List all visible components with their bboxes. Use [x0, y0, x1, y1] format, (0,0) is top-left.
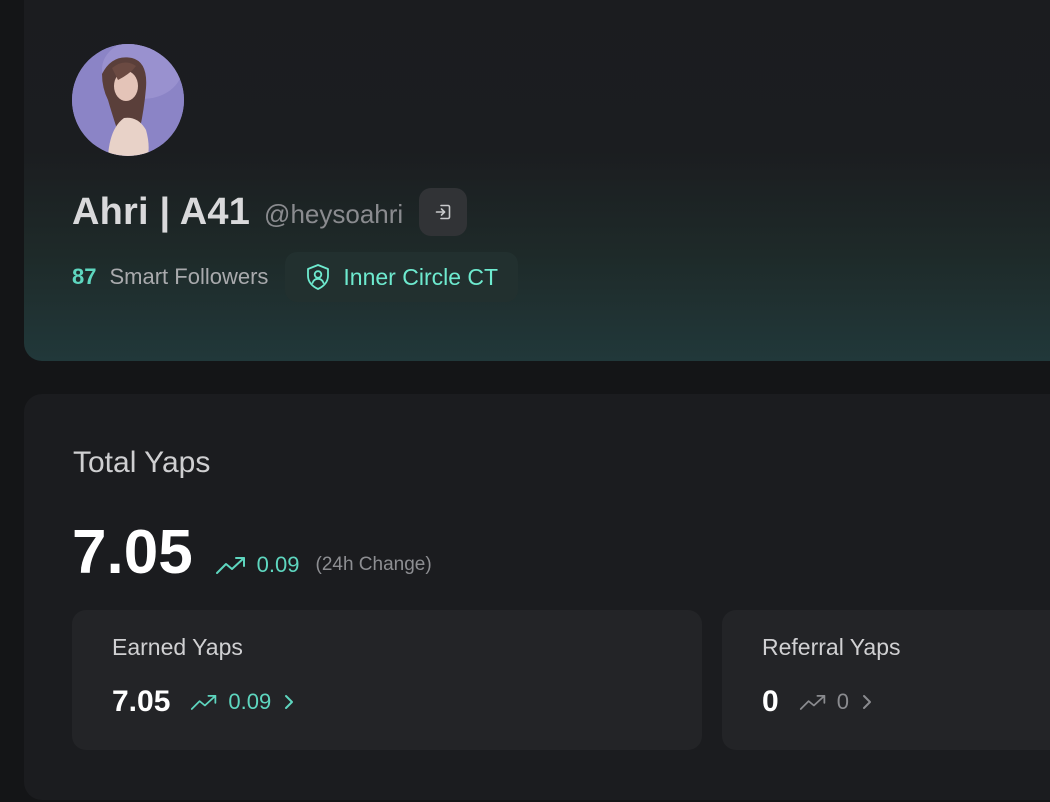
followers-row: 87 Smart Followers Inner Circle CT	[72, 252, 519, 302]
earned-yaps-change-value: 0.09	[228, 689, 272, 714]
trending-up-icon	[191, 695, 217, 710]
total-yaps-change-value: 0.09	[256, 552, 300, 577]
earned-yaps-change: 0.09	[190, 689, 271, 715]
referral-yaps-change: 0	[799, 689, 849, 715]
referral-yaps-value: 0	[762, 685, 779, 718]
logout-button[interactable]	[419, 188, 468, 236]
total-yaps-value: 7.05	[72, 518, 193, 587]
earned-yaps-value: 7.05	[112, 685, 171, 718]
total-yaps-title: Total Yaps	[73, 446, 211, 479]
profile-page: Ahri | A41 @heysoahri 87 Smart Followers…	[0, 0, 1050, 802]
earned-yaps-title: Earned Yaps	[112, 634, 243, 660]
referral-yaps-card[interactable]: Referral Yaps 0 0	[722, 610, 1050, 750]
trending-up-icon	[215, 557, 245, 574]
earned-yaps-card[interactable]: Earned Yaps 7.05 0.09	[72, 610, 702, 750]
username-handle[interactable]: @heysoahri	[264, 199, 403, 230]
total-yaps-change-label: (24h Change)	[315, 554, 432, 575]
name-row: Ahri | A41 @heysoahri	[72, 186, 468, 238]
referral-yaps-row: 0 0	[762, 682, 873, 722]
chevron-right-icon[interactable]	[283, 693, 295, 711]
avatar[interactable]	[72, 44, 184, 156]
total-yaps-change: 0.09 (24h Change)	[215, 552, 432, 578]
chevron-right-icon[interactable]	[861, 693, 873, 711]
referral-yaps-change-value: 0	[836, 689, 849, 714]
shield-user-icon	[307, 264, 330, 290]
profile-card	[24, 0, 1050, 361]
total-yaps-row: 7.05 0.09 (24h Change)	[72, 514, 432, 588]
inner-circle-badge[interactable]: Inner Circle CT	[285, 252, 519, 302]
smart-followers-count[interactable]: 87	[72, 264, 96, 290]
referral-yaps-title: Referral Yaps	[762, 634, 901, 660]
trending-up-icon	[799, 695, 825, 710]
logout-icon	[435, 204, 451, 220]
inner-circle-label: Inner Circle CT	[343, 263, 499, 290]
smart-followers-label[interactable]: Smart Followers	[109, 264, 268, 290]
earned-yaps-row: 7.05 0.09	[112, 682, 295, 722]
display-name: Ahri | A41	[72, 190, 251, 233]
